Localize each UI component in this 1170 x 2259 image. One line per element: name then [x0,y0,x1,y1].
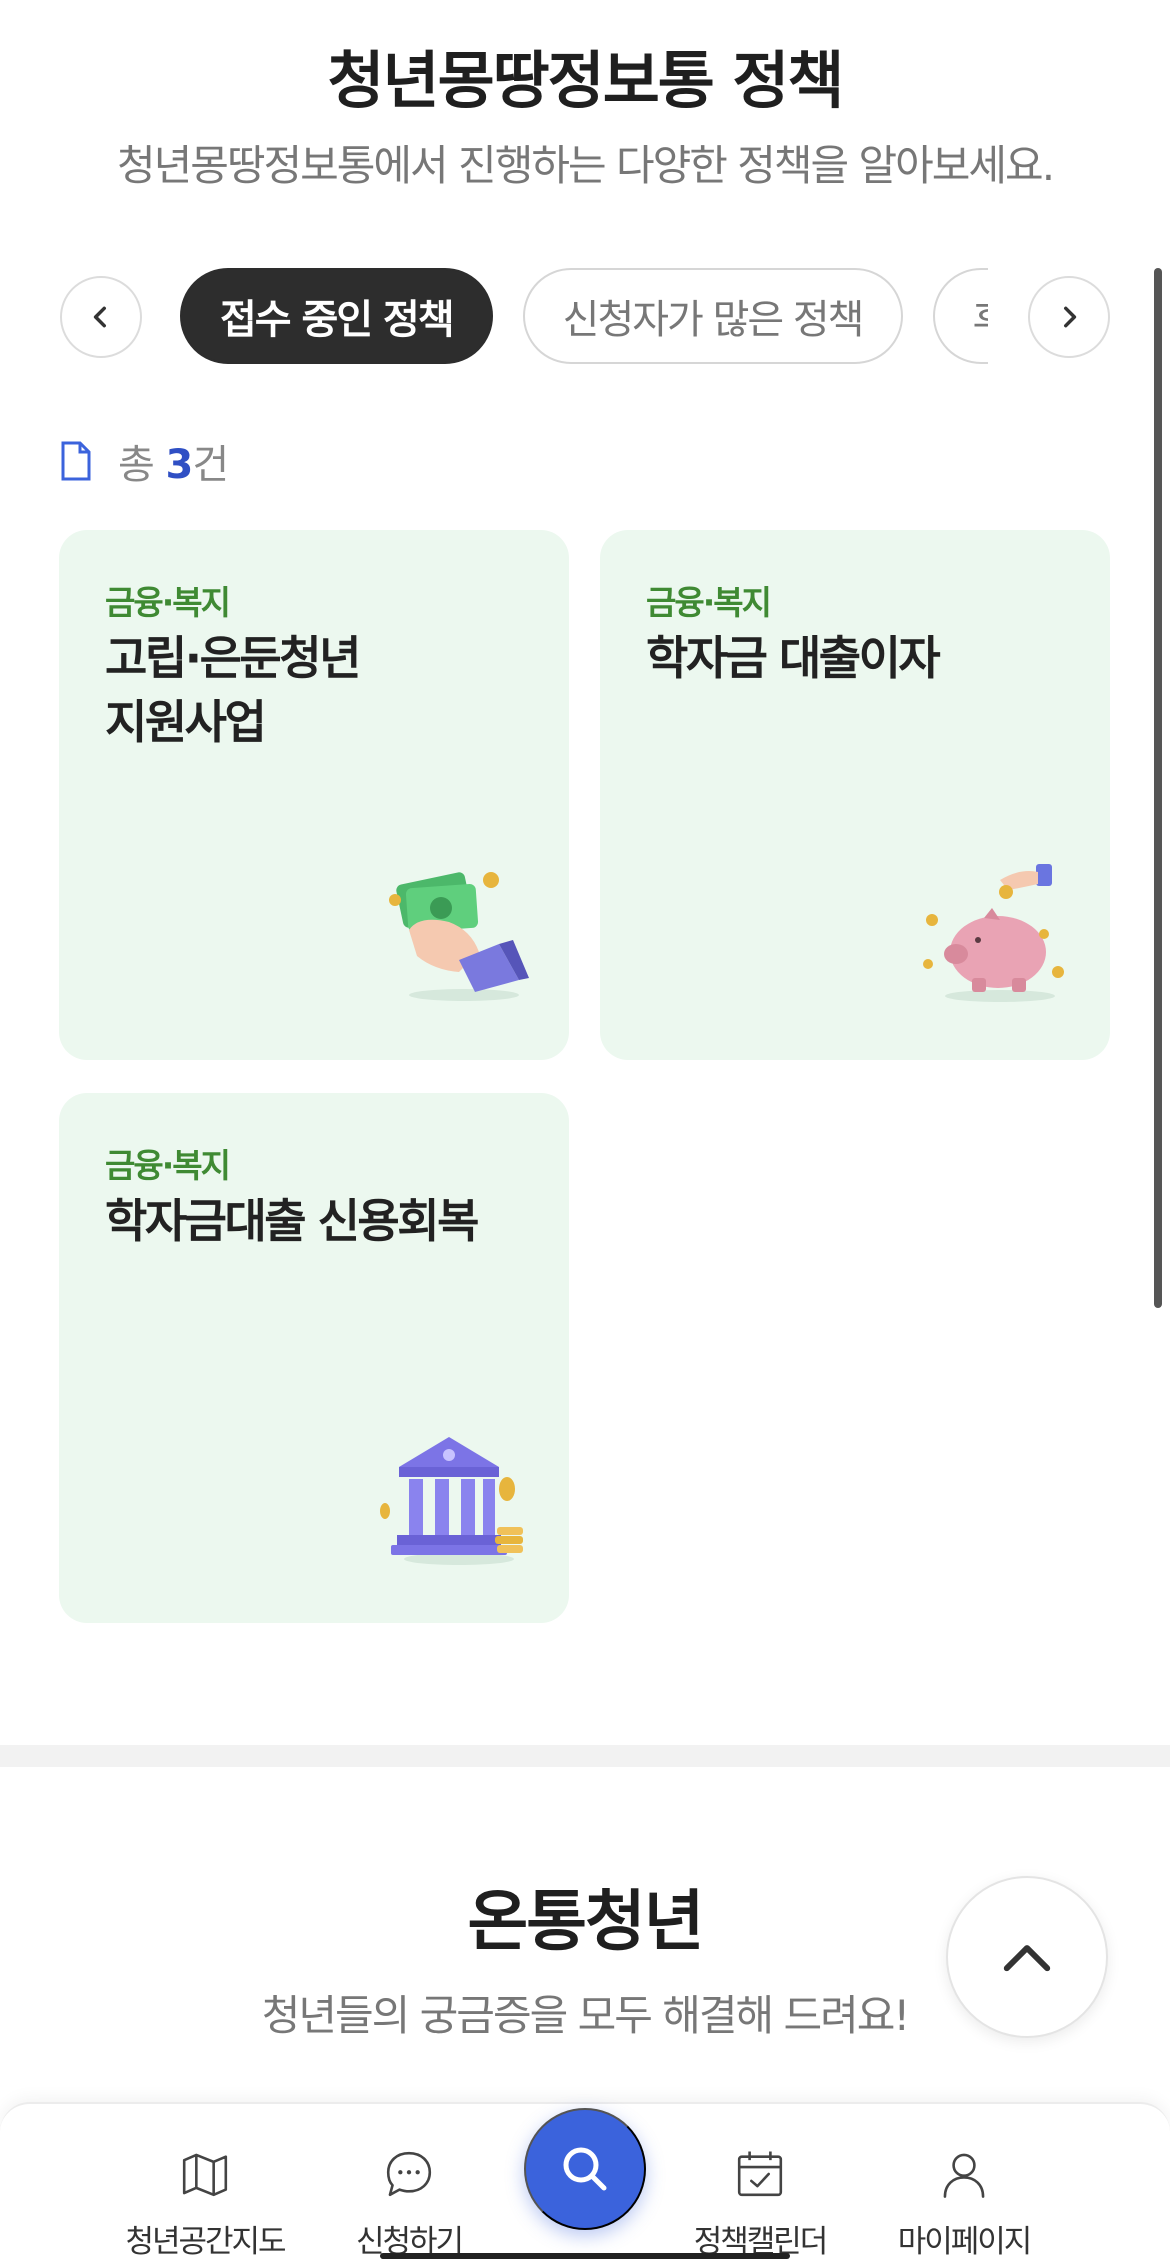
policy-section-subtitle: 청년몽땅정보통에서 진행하는 다양한 정책을 알아보세요. [116,141,1055,190]
chevron-right-icon [1064,306,1077,328]
nav-item-space-map[interactable]: 청년공간지도 [105,2104,305,2259]
user-icon [943,2153,985,2198]
policy-tab-strip: 접수 중인 정책 신청자가 많은 정책 후기 [60,268,1110,364]
nav-item-policy-calendar[interactable]: 정책캘린더 [660,2104,860,2259]
chevron-up-icon [1003,1945,1051,1972]
calendar-icon [737,2151,783,2197]
tabs-viewport: 접수 중인 정책 신청자가 많은 정책 후기 [180,268,988,364]
policy-card-category: 금융·복지 [105,583,231,622]
tab-accepting-policies[interactable]: 접수 중인 정책 [180,268,493,364]
bank-building-icon [380,1437,523,1565]
search-button[interactable] [524,2108,646,2230]
policy-card[interactable]: 금융·복지 학자금대출 신용회복 [59,1093,569,1623]
piggy-bank-icon [923,864,1064,1002]
scroll-to-top-button[interactable] [946,1876,1108,2038]
count-suffix: 건 [192,442,229,488]
policy-card-title: 고립·은둔청년 지원사업 [105,631,361,749]
policy-section-title: 청년몽땅정보통 정책 [327,44,845,117]
nav-item-apply[interactable]: 신청하기 [309,2104,509,2259]
tab-reviews[interactable]: 후기 [932,268,988,364]
home-indicator [380,2253,790,2259]
chevron-left-icon [93,306,106,328]
section-divider [0,1745,1170,1767]
nav-item-label: 청년공간지도 [125,2224,286,2259]
count-prefix: 총 [118,442,155,488]
policy-card-title: 학자금대출 신용회복 [105,1194,479,1248]
search-icon [563,2147,607,2191]
map-icon [182,2153,228,2197]
nav-item-label: 마이페이지 [897,2224,1033,2259]
tab-prev-button[interactable] [60,276,142,358]
policy-card-category: 금융·복지 [646,583,772,622]
policy-card[interactable]: 금융·복지 학자금 대출이자 [600,530,1110,1060]
tab-popular-policies[interactable]: 신청자가 많은 정책 [522,268,903,364]
page-scrollbar[interactable] [1154,268,1162,1308]
chat-icon [386,2151,432,2197]
nav-item-mypage[interactable]: 마이페이지 [864,2104,1064,2259]
policy-card[interactable]: 금융·복지 고립·은둔청년 지원사업 [59,530,569,1060]
result-count: 총 3건 [60,432,229,490]
money-hand-icon [389,872,529,1001]
tab-next-button[interactable] [1028,276,1110,358]
policy-card-title: 학자금 대출이자 [646,631,941,685]
count-value: 3 [165,442,194,488]
policy-card-category: 금융·복지 [105,1146,231,1185]
document-icon [61,441,91,481]
